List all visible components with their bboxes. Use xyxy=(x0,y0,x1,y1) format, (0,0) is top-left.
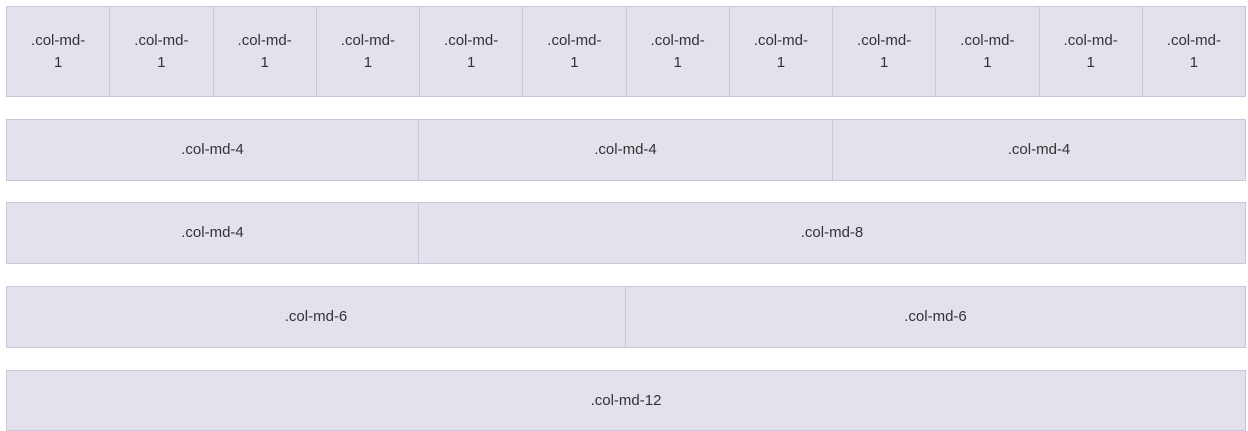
grid-column-label: .col-md-1 xyxy=(547,31,602,71)
grid-column-label: .col-md-12 xyxy=(590,391,662,409)
grid-column-label: .col-md-1 xyxy=(753,31,808,71)
grid-column-label: .col-md-1 xyxy=(444,31,499,71)
grid-column-label: .col-md-6 xyxy=(904,308,967,325)
grid-column-md-1: .col-md-1 xyxy=(316,6,420,97)
grid-column-label: .col-md-4 xyxy=(594,141,657,158)
grid-column-md-8: .col-md-8 xyxy=(419,202,1246,264)
grid-column-md-4: .col-md-4 xyxy=(419,119,833,181)
grid-row-col-md-1: .col-md-1 .col-md-1 .col-md-1 .col-md-1 … xyxy=(6,6,1246,97)
grid-column-label: .col-md-1 xyxy=(134,31,189,71)
grid-column-md-4: .col-md-4 xyxy=(6,202,419,264)
grid-row-col-md-4-md-8: .col-md-4 .col-md-8 xyxy=(6,202,1246,264)
grid-column-label: .col-md-1 xyxy=(960,31,1015,71)
grid-column-md-6: .col-md-6 xyxy=(6,286,626,348)
grid-row-col-md-12: .col-md-12 xyxy=(6,370,1246,431)
grid-column-md-1: .col-md-1 xyxy=(833,6,937,97)
grid-row-col-md-4: .col-md-4 .col-md-4 .col-md-4 xyxy=(6,119,1246,181)
grid-column-md-1: .col-md-1 xyxy=(420,6,524,97)
grid-column-md-1: .col-md-1 xyxy=(1142,6,1246,97)
grid-column-label: .col-md-4 xyxy=(1007,141,1071,158)
grid-column-label: .col-md-1 xyxy=(1166,31,1221,71)
grid-column-md-1: .col-md-1 xyxy=(936,6,1040,97)
grid-column-md-1: .col-md-1 xyxy=(110,6,214,97)
grid-column-md-1: .col-md-1 xyxy=(1039,6,1143,97)
grid-column-md-1: .col-md-1 xyxy=(6,6,111,97)
grid-column-md-1: .col-md-1 xyxy=(523,6,627,97)
grid-column-label: .col-md-1 xyxy=(1063,31,1118,71)
grid-column-md-4: .col-md-4 xyxy=(833,119,1246,181)
grid-column-md-1: .col-md-1 xyxy=(213,6,317,97)
grid-column-md-1: .col-md-1 xyxy=(729,6,833,97)
grid-column-md-12: .col-md-12 xyxy=(6,370,1246,431)
grid-column-label: .col-md-4 xyxy=(181,224,244,241)
grid-row-col-md-6: .col-md-6 .col-md-6 xyxy=(6,286,1246,348)
grid-column-label: .col-md-1 xyxy=(237,31,292,71)
grid-column-label: .col-md-1 xyxy=(31,31,86,71)
grid-column-label: .col-md-6 xyxy=(284,308,348,325)
grid-column-md-4: .col-md-4 xyxy=(6,119,419,181)
grid-column-label: .col-md-1 xyxy=(650,31,705,71)
grid-column-label: .col-md-8 xyxy=(800,224,864,241)
grid-column-md-1: .col-md-1 xyxy=(626,6,730,97)
grid-column-label: .col-md-1 xyxy=(857,31,912,71)
grid-column-label: .col-md-4 xyxy=(181,141,244,158)
grid-column-md-6: .col-md-6 xyxy=(626,286,1246,348)
grid-column-label: .col-md-1 xyxy=(340,31,395,71)
